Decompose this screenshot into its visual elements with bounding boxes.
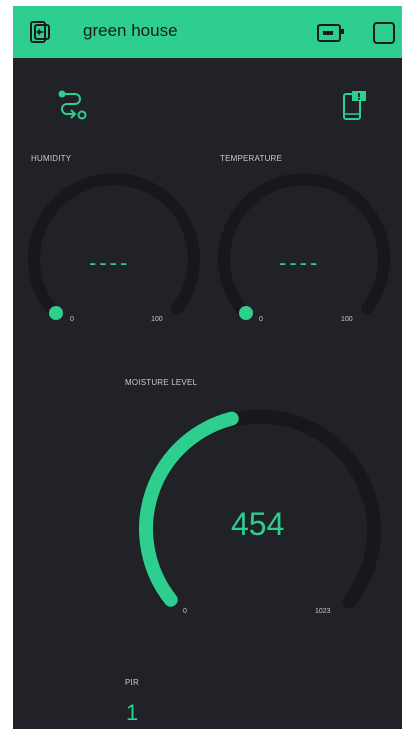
moisture-value: 454 (231, 506, 285, 542)
pir-label: PIR (125, 678, 139, 687)
pir-value: 1 (126, 700, 139, 725)
moisture-max: 1023 (315, 608, 331, 615)
moisture-gauge-fill (139, 411, 239, 607)
app-screen: green house HUMIDITY ---- 0 100 TEMPERAT… (13, 6, 402, 729)
moisture-min: 0 (183, 608, 187, 615)
moisture-gauge (139, 409, 381, 609)
